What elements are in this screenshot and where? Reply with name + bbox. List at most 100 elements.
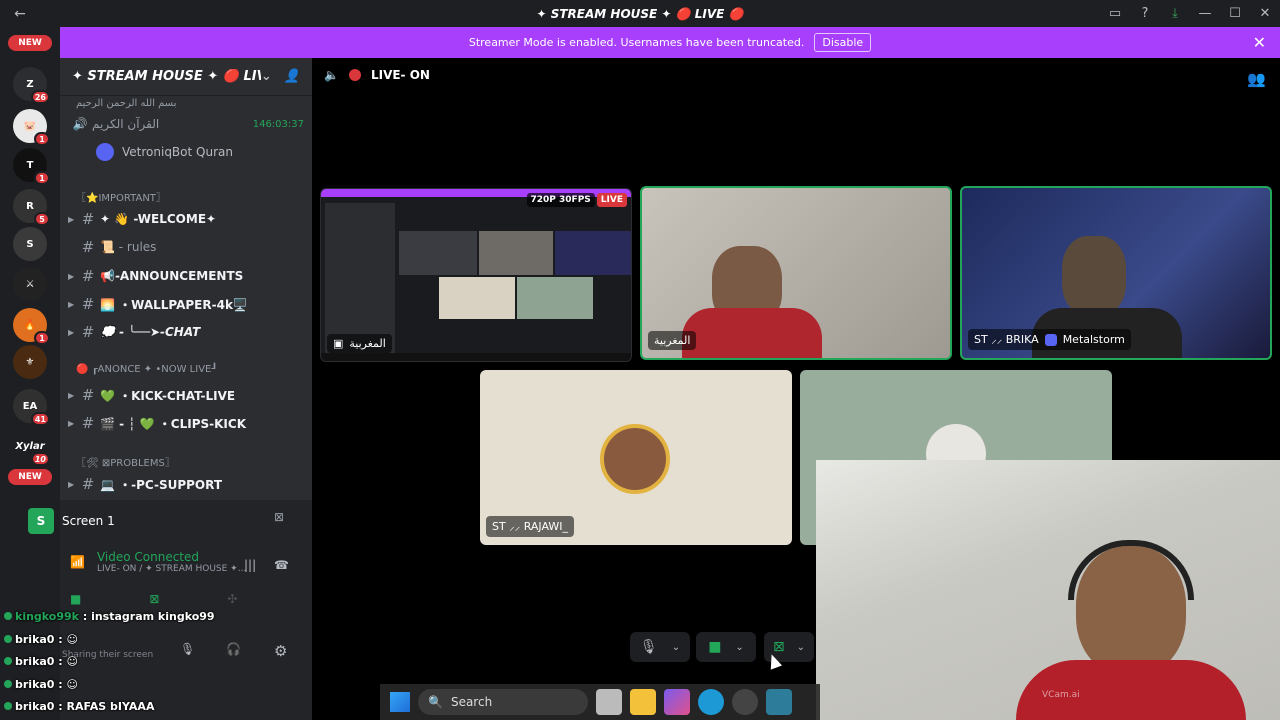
speaker-icon: 🔈 bbox=[324, 68, 339, 82]
help-icon[interactable]: ? bbox=[1130, 0, 1160, 27]
signal-icon: 📶 bbox=[70, 555, 85, 569]
server-icon-9[interactable]: EA 41 bbox=[13, 389, 50, 426]
stream-badges: 720P 30FPS LIVE bbox=[526, 193, 627, 207]
server-icon-3[interactable]: T1 bbox=[13, 148, 50, 185]
taskbar: 🔍 Search bbox=[380, 684, 820, 720]
bot-avatar-icon bbox=[96, 143, 114, 161]
user-area: Sharing their screen bbox=[62, 650, 153, 660]
screen-share-header[interactable]: S Screen 1 bbox=[28, 508, 115, 534]
hash-icon: # bbox=[81, 414, 95, 432]
voice-user-bot[interactable]: VetroniqBot Quran bbox=[96, 140, 312, 164]
camera-toggle-button[interactable]: ■ ⌄ bbox=[696, 632, 756, 662]
avatar-tile[interactable]: ST ⸝⸝ RAJAWI_ bbox=[480, 370, 792, 545]
speaker-icon: 🔊 bbox=[72, 117, 88, 131]
server-icon-5[interactable]: S bbox=[13, 227, 47, 261]
server-icon-7[interactable]: 🔥 1 bbox=[13, 308, 50, 345]
channel-rules[interactable]: # 📜 - rules bbox=[68, 235, 304, 259]
shield-icon bbox=[1044, 333, 1057, 346]
streamer-mode-banner: Streamer Mode is enabled. Usernames have… bbox=[60, 27, 1280, 58]
channel-welcome[interactable]: ▶ # ✦ 👋 -WELCOME✦ bbox=[68, 207, 304, 231]
chat-line: brika0 : ☺ bbox=[4, 655, 78, 668]
task-view-icon[interactable] bbox=[596, 689, 622, 715]
camera-icon: ■ bbox=[708, 639, 722, 655]
camera-icon[interactable]: ■ bbox=[70, 592, 81, 606]
server-icon-1[interactable]: Z 26 bbox=[13, 67, 50, 104]
activity-people-icon[interactable]: 👥 bbox=[1247, 70, 1266, 88]
noise-suppression-icon[interactable]: ||| bbox=[244, 558, 256, 572]
chat-line: brika0 : ☺ bbox=[4, 633, 78, 646]
category-important[interactable]: 〖⭐IMPORTANT〗 bbox=[76, 189, 166, 204]
channel-announcements[interactable]: ▶ # 📢-ANNOUNCEMENTS bbox=[68, 264, 304, 288]
server-icon-10[interactable]: Xylar 10 bbox=[13, 429, 50, 466]
category-problems[interactable]: 〖🛠 ⊠PROBLEMS〗 bbox=[76, 454, 175, 469]
app-icon[interactable] bbox=[766, 689, 792, 715]
copilot-icon[interactable] bbox=[664, 689, 690, 715]
chat-line: kingko99k : instagram kingko99 bbox=[4, 610, 215, 623]
channel-pc-support[interactable]: ▶ # 💻 ・-PC-SUPPORT bbox=[68, 472, 304, 496]
server-icon-6[interactable]: ⚔ bbox=[13, 267, 47, 301]
hash-icon: # bbox=[81, 295, 95, 313]
maximize-button[interactable]: ☐ bbox=[1220, 0, 1250, 27]
camera-tile-1[interactable]: المغربية bbox=[640, 186, 952, 360]
hash-icon: # bbox=[81, 267, 95, 285]
camera-tile-2[interactable]: ST ⸝⸝ BRIKA Metalstorm bbox=[960, 186, 1272, 360]
edge-icon[interactable] bbox=[698, 689, 724, 715]
channel-clips[interactable]: ▶ # 🎬 - ┆ 💚 ・CLIPS-KICK bbox=[68, 411, 304, 435]
emoji-icon: ☺ bbox=[66, 678, 78, 691]
settings-gear-icon[interactable]: ⚙ bbox=[274, 642, 287, 660]
user-avatar bbox=[600, 424, 670, 494]
server-icon-8[interactable]: ⚜ bbox=[13, 345, 47, 379]
new-badge-2: NEW bbox=[8, 469, 52, 485]
server-icon-4[interactable]: R5 bbox=[13, 189, 50, 226]
title-bar: ← ✦ STREAM HOUSE ✦ 🔴 LIVE 🔴 ▭ ? ⤓ — ☐ ✕ bbox=[0, 0, 1280, 27]
disable-streamer-button[interactable]: Disable bbox=[814, 33, 872, 52]
server-header[interactable]: ✦ STREAM HOUSE ✦ 🔴 LIV... ⌄ 👤 bbox=[60, 58, 312, 96]
close-window-button[interactable]: ✕ bbox=[1250, 0, 1280, 27]
taskbar-search[interactable]: 🔍 Search bbox=[418, 689, 588, 715]
channel-chat[interactable]: ▶ # 💭 - ╰──➤-CHAT bbox=[68, 320, 304, 344]
minimize-button[interactable]: — bbox=[1190, 0, 1220, 27]
voice-channel-quran[interactable]: 🔊 القرآن الكريم 146:03:37 bbox=[68, 112, 304, 136]
stream-tile[interactable]: 720P 30FPS LIVE ▣ المغربية bbox=[320, 188, 632, 362]
back-arrow-icon[interactable]: ← bbox=[0, 6, 40, 22]
mic-toggle-button[interactable]: 🎙 ⌄ bbox=[630, 632, 690, 662]
category-top[interactable]: بسم الله الرحمن الرحيم bbox=[76, 98, 177, 109]
chat-line: brika0 : RAFAS bIYAAA bbox=[4, 700, 154, 713]
screen-icon[interactable]: ⊠ bbox=[149, 592, 159, 606]
headset-icon[interactable]: 🎧 bbox=[226, 642, 241, 656]
channel-kick-chat[interactable]: ▶ # 💚 ・KICK-CHAT-LIVE bbox=[68, 383, 304, 407]
file-explorer-icon[interactable] bbox=[630, 689, 656, 715]
mic-icon[interactable]: 🎙 bbox=[180, 642, 195, 656]
camera-tile-2-label: ST ⸝⸝ BRIKA Metalstorm bbox=[968, 329, 1131, 350]
inbox-icon[interactable]: ▭ bbox=[1100, 0, 1130, 27]
category-live[interactable]: 🔴 ┎ANONCE ✦ •NOW LIVE┚ bbox=[76, 364, 217, 375]
channel-wallpaper[interactable]: ▶ # 🌅 ・WALLPAPER-4k🖥️ bbox=[68, 292, 304, 316]
new-badge: NEW bbox=[8, 35, 52, 51]
windows-start-icon[interactable] bbox=[390, 692, 410, 712]
stage-channel-name: LIVE- ON bbox=[370, 68, 430, 82]
close-banner-icon[interactable]: ✕ bbox=[1253, 33, 1266, 52]
stream-tile-label: ▣ المغربية bbox=[327, 334, 392, 353]
server-icon-2[interactable]: 🐷 1 bbox=[13, 109, 50, 146]
activity-icon[interactable]: ✣ bbox=[227, 592, 237, 606]
chevron-down-icon: ⌄ bbox=[260, 69, 272, 84]
chevron-down-icon: ⌄ bbox=[796, 641, 806, 653]
hash-icon: # bbox=[81, 386, 95, 404]
mic-icon: 🎙 bbox=[639, 639, 658, 655]
hash-icon: # bbox=[81, 323, 95, 341]
emoji-icon: ☺ bbox=[66, 633, 78, 646]
camera-tile-1-label: المغربية bbox=[648, 331, 697, 350]
monitor-icon: ▣ bbox=[333, 337, 344, 350]
connection-status: 📶 Video Connected LIVE- ON / ✦ STREAM HO… bbox=[70, 550, 247, 574]
disconnect-icon[interactable]: ☎ bbox=[274, 558, 289, 572]
chevron-down-icon: ⌄ bbox=[671, 641, 681, 653]
discord-app-icon[interactable] bbox=[732, 689, 758, 715]
chat-line: brika0 : ☺ bbox=[4, 678, 78, 691]
close-screen-icon[interactable]: ⊠ bbox=[274, 510, 284, 524]
emoji-icon: ☺ bbox=[66, 655, 78, 668]
hash-icon: # bbox=[81, 238, 95, 256]
hash-icon: # bbox=[81, 210, 95, 228]
vcam-watermark: VCam.ai bbox=[1042, 690, 1080, 700]
add-member-icon[interactable]: 👤 bbox=[284, 69, 300, 84]
download-icon[interactable]: ⤓ bbox=[1160, 0, 1190, 27]
